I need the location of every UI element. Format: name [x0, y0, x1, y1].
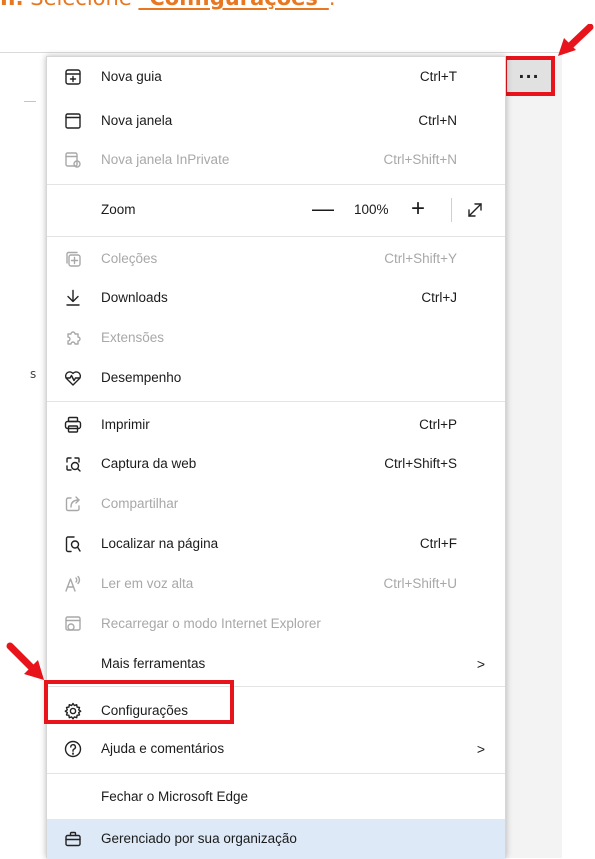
inprivate-icon	[63, 150, 83, 170]
menu-item-label: Mais ferramentas	[101, 656, 206, 671]
menu-item-shortcut: Ctrl+Shift+S	[384, 456, 457, 471]
menu-item-label: Ajuda e comentários	[101, 741, 225, 756]
menu-item-label: Compartilhar	[101, 496, 179, 511]
download-icon	[63, 288, 83, 308]
fullscreen-icon[interactable]	[465, 200, 485, 220]
new-tab-icon	[63, 67, 83, 87]
zoom-in-button[interactable]: +	[411, 195, 425, 223]
menu-item-label: Downloads	[101, 290, 168, 305]
web-capture-icon	[63, 454, 83, 474]
arrow-annotation-bottom-icon	[6, 642, 44, 680]
menu-item-label: Captura da web	[101, 456, 197, 471]
menu-item-shortcut: Ctrl+T	[419, 69, 457, 84]
menu-divider	[47, 236, 505, 237]
menu-item-label: Imprimir	[101, 417, 150, 432]
menu-item-zoom: Zoom — 100% +	[47, 192, 505, 228]
menu-item-shortcut: Ctrl+Shift+U	[383, 576, 457, 591]
chevron-right-icon: >	[476, 741, 485, 757]
instruction-keyword: "Configurações"	[138, 0, 328, 10]
menu-item-nova-janela-inprivate[interactable]: Nova janela InPrivate Ctrl+Shift+N	[47, 142, 505, 178]
menu-divider	[47, 184, 505, 185]
menu-item-shortcut: Ctrl+N	[418, 113, 457, 128]
instruction-text-before: Selecione	[24, 0, 139, 10]
menu-item-label: Ler em voz alta	[101, 576, 194, 591]
menu-item-modo-internet-explorer[interactable]: Recarregar o modo Internet Explorer	[47, 606, 505, 642]
menu-item-shortcut: Ctrl+Shift+N	[383, 152, 457, 167]
menu-item-ajuda-e-comentarios[interactable]: Ajuda e comentários >	[47, 731, 505, 767]
menu-item-label: Extensões	[101, 330, 165, 345]
zoom-separator	[451, 198, 452, 222]
configuracoes-highlight-box	[44, 680, 234, 724]
menu-item-colecoes[interactable]: Coleções Ctrl+Shift+Y	[47, 241, 505, 277]
collections-icon	[63, 249, 83, 269]
chevron-right-icon: >	[476, 656, 485, 672]
menu-divider	[47, 401, 505, 402]
instruction-text: II. Selecione "Configurações".	[0, 0, 595, 14]
page-edge-tick	[24, 101, 36, 102]
instruction-text-after: .	[329, 0, 336, 10]
menu-item-label: Fechar o Microsoft Edge	[101, 789, 249, 804]
menu-item-extensoes[interactable]: Extensões	[47, 320, 505, 356]
menu-item-shortcut: Ctrl+F	[419, 536, 457, 551]
browser-toolbar-edge	[0, 52, 560, 53]
menu-item-label: Desempenho	[101, 370, 182, 385]
menu-item-fechar-microsoft-edge[interactable]: Fechar o Microsoft Edge	[47, 779, 505, 815]
read-aloud-icon	[63, 574, 83, 594]
menu-item-ler-em-voz-alta[interactable]: Ler em voz alta Ctrl+Shift+U	[47, 566, 505, 602]
page-right-area	[506, 56, 562, 858]
menu-item-label: Nova janela InPrivate	[101, 152, 230, 167]
briefcase-icon	[63, 829, 83, 849]
performance-icon	[63, 368, 83, 388]
menu-item-compartilhar[interactable]: Compartilhar	[47, 486, 505, 522]
menu-item-shortcut: Ctrl+J	[421, 290, 457, 305]
help-icon	[63, 739, 83, 759]
menu-item-gerenciado-por-organizacao[interactable]: Gerenciado por sua organização	[47, 819, 505, 859]
arrow-annotation-top-icon	[558, 24, 594, 56]
settings-menu: Nova guia Ctrl+T Nova janela Ctrl+N Nova…	[46, 56, 506, 859]
menu-item-nova-guia[interactable]: Nova guia Ctrl+T	[47, 59, 505, 95]
menu-item-downloads[interactable]: Downloads Ctrl+J	[47, 280, 505, 316]
instruction-step: II.	[0, 0, 24, 10]
menu-item-label: Recarregar o modo Internet Explorer	[101, 616, 321, 631]
menu-item-mais-ferramentas[interactable]: Mais ferramentas >	[47, 646, 505, 682]
menu-item-label: Gerenciado por sua organização	[101, 831, 297, 846]
menu-item-label: Zoom	[101, 202, 136, 217]
menu-item-localizar-na-pagina[interactable]: Localizar na página Ctrl+F	[47, 526, 505, 562]
ie-mode-icon	[63, 614, 83, 634]
find-icon	[63, 534, 83, 554]
settings-and-more-button[interactable]: ···	[503, 56, 555, 96]
menu-item-label: Nova guia	[101, 69, 162, 84]
menu-item-label: Coleções	[101, 251, 158, 266]
zoom-out-button[interactable]: —	[312, 196, 334, 222]
menu-item-label: Nova janela	[101, 113, 173, 128]
menu-item-label: Localizar na página	[101, 536, 219, 551]
page-edge-text: s	[30, 367, 37, 381]
zoom-level: 100%	[354, 202, 389, 217]
new-window-icon	[63, 111, 83, 131]
menu-item-captura-da-web[interactable]: Captura da web Ctrl+Shift+S	[47, 446, 505, 482]
menu-item-shortcut: Ctrl+Shift+Y	[384, 251, 457, 266]
printer-icon	[63, 415, 83, 435]
extensions-icon	[63, 328, 83, 348]
menu-divider	[47, 773, 505, 774]
share-icon	[63, 494, 83, 514]
menu-item-desempenho[interactable]: Desempenho	[47, 360, 505, 396]
menu-item-nova-janela[interactable]: Nova janela Ctrl+N	[47, 103, 505, 139]
menu-item-imprimir[interactable]: Imprimir Ctrl+P	[47, 407, 505, 443]
menu-item-shortcut: Ctrl+P	[419, 417, 457, 432]
